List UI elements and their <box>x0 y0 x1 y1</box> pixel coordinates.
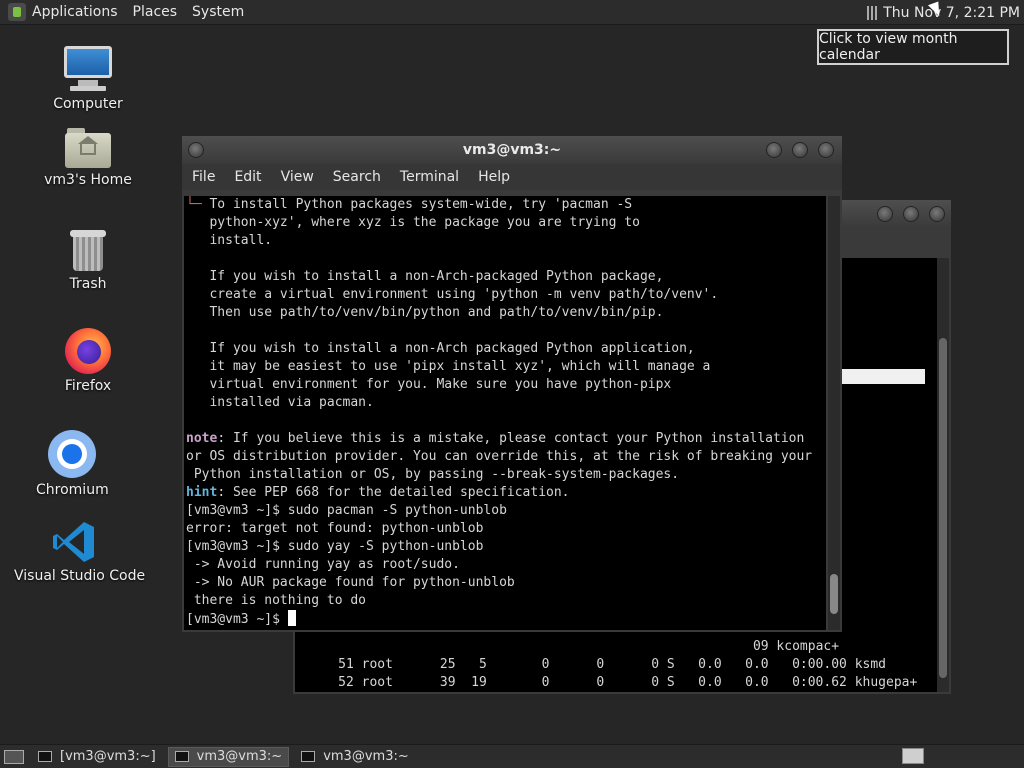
terminal-line: : If you believe this is a mistake, plea… <box>217 431 805 446</box>
menu-terminal[interactable]: Terminal <box>400 169 459 185</box>
terminal-line: installed via pacman. <box>186 395 374 410</box>
terminal-icon <box>301 751 316 762</box>
calendar-tooltip: Click to view month calendar <box>817 29 1009 65</box>
terminal-text: └─ To install Python packages system-wid… <box>186 196 812 629</box>
desktop-icon-label: Computer <box>53 96 123 112</box>
minimize-button[interactable] <box>766 142 782 158</box>
window-titlebar[interactable]: vm3@vm3:~ <box>182 136 842 164</box>
close-button[interactable] <box>929 206 945 222</box>
terminal-line: it may be easiest to use 'pipx install x… <box>186 359 711 374</box>
terminal-line: -> Avoid running yay as root/sudo. <box>186 557 460 572</box>
desktop-icon-home[interactable]: vm3's Home <box>44 128 132 188</box>
menu-view[interactable]: View <box>281 169 314 185</box>
terminal-line: install. <box>186 233 273 248</box>
system-menu[interactable]: System <box>192 4 244 20</box>
terminal-line: If you wish to install a non-Arch-packag… <box>186 269 664 284</box>
desktop-icon-chromium[interactable]: Chromium <box>36 430 109 498</box>
window-title: vm3@vm3:~ <box>462 142 562 158</box>
desktop-icon-firefox[interactable]: Firefox <box>56 328 120 394</box>
scrollbar[interactable] <box>828 196 840 630</box>
terminal-menubar: File Edit View Search Terminal Help <box>182 164 842 190</box>
terminal-line: -> No AUR package found for python-unblo… <box>186 575 515 590</box>
workspace-switcher[interactable] <box>902 748 924 764</box>
terminal-line: error: target not found: python-unblob <box>186 521 484 536</box>
taskbar-item-active[interactable]: vm3@vm3:~ <box>167 746 290 767</box>
bottom-panel: [vm3@vm3:~] vm3@vm3:~ vm3@vm3:~ <box>0 744 1024 768</box>
taskbar-item[interactable]: vm3@vm3:~ <box>295 747 415 767</box>
clock-area: Thu Nov 7, 2:21 PM <box>867 0 1024 25</box>
text-cursor <box>287 610 296 626</box>
distro-logo-icon[interactable] <box>8 3 26 21</box>
menu-file[interactable]: File <box>192 169 215 185</box>
terminal-line: : See PEP 668 for the detailed specifica… <box>217 485 570 500</box>
terminal-line: create a virtual environment using 'pyth… <box>186 287 719 302</box>
terminal-line: virtual environment for you. Make sure y… <box>186 377 672 392</box>
computer-icon <box>64 46 112 92</box>
note-label: note <box>186 431 218 446</box>
maximize-button[interactable] <box>903 206 919 222</box>
taskbar-item[interactable]: [vm3@vm3:~] <box>32 747 162 767</box>
desktop-icon-computer[interactable]: Computer <box>50 46 126 112</box>
terminal-line: If you wish to install a non-Arch packag… <box>186 341 695 356</box>
desktop-icon-vscode[interactable]: Visual Studio Code <box>14 520 146 584</box>
show-desktop-icon[interactable] <box>4 749 24 764</box>
desktop-icon-label: Firefox <box>64 378 112 394</box>
terminal-line: [vm3@vm3 ~]$ sudo yay -S python-unblob <box>186 539 484 554</box>
chromium-icon <box>48 430 96 478</box>
network-icon[interactable] <box>867 5 878 20</box>
maximize-button[interactable] <box>792 142 808 158</box>
process-row[interactable]: 52 root 39 19 0 0 0 S 0.0 0.0 0:00.62 kh… <box>299 675 917 690</box>
trash-icon <box>70 230 106 272</box>
desktop-icon-label: vm3's Home <box>44 172 132 188</box>
taskbar-item-label: vm3@vm3:~ <box>196 749 283 764</box>
terminal-output[interactable]: └─ To install Python packages system-wid… <box>184 196 826 630</box>
menu-edit[interactable]: Edit <box>234 169 261 185</box>
desktop-icon-trash[interactable]: Trash <box>60 230 116 292</box>
terminal-icon <box>38 751 52 762</box>
window-menu-button[interactable] <box>188 142 204 158</box>
process-row[interactable]: 09 kcompac+ <box>753 639 839 654</box>
terminal-line: Python installation or OS, by passing --… <box>186 467 680 482</box>
terminal-line: Then use path/to/venv/bin/python and pat… <box>186 305 664 320</box>
home-folder-icon <box>65 128 111 168</box>
terminal-line: or OS distribution provider. You can ove… <box>186 449 813 464</box>
menu-search[interactable]: Search <box>333 169 381 185</box>
top-panel: Applications Places System Thu Nov 7, 2:… <box>0 0 1024 25</box>
places-menu[interactable]: Places <box>133 4 178 20</box>
terminal-prompt: [vm3@vm3 ~]$ <box>186 612 288 627</box>
terminal-window-front[interactable]: vm3@vm3:~ File Edit View Search Terminal… <box>182 136 842 632</box>
desktop-icon-label: Trash <box>69 276 107 292</box>
desktop-icon-label: Chromium <box>36 482 109 498</box>
menu-help[interactable]: Help <box>478 169 510 185</box>
taskbar-item-label: [vm3@vm3:~] <box>60 749 156 764</box>
terminal-line: [vm3@vm3 ~]$ sudo pacman -S python-unblo… <box>186 503 507 518</box>
close-button[interactable] <box>818 142 834 158</box>
clock[interactable]: Thu Nov 7, 2:21 PM <box>883 5 1020 21</box>
process-row[interactable]: 51 root 25 5 0 0 0 S 0.0 0.0 0:00.00 ksm… <box>299 657 886 672</box>
hint-label: hint <box>186 485 218 500</box>
minimize-button[interactable] <box>877 206 893 222</box>
desktop-icon-label: Visual Studio Code <box>14 568 146 584</box>
terminal-line: there is nothing to do <box>186 593 367 608</box>
applications-menu[interactable]: Applications <box>32 4 118 20</box>
scrollbar-thumb[interactable] <box>830 574 838 614</box>
vscode-icon <box>52 520 96 564</box>
scrollbar-thumb[interactable] <box>939 338 947 678</box>
terminal-line: python-xyz', where xyz is the package yo… <box>186 215 640 230</box>
terminal-icon <box>174 751 189 762</box>
taskbar-item-label: vm3@vm3:~ <box>323 749 409 764</box>
scrollbar[interactable] <box>937 258 949 692</box>
terminal-line: └─ To install Python packages system-wid… <box>186 197 633 212</box>
firefox-icon <box>65 328 111 374</box>
